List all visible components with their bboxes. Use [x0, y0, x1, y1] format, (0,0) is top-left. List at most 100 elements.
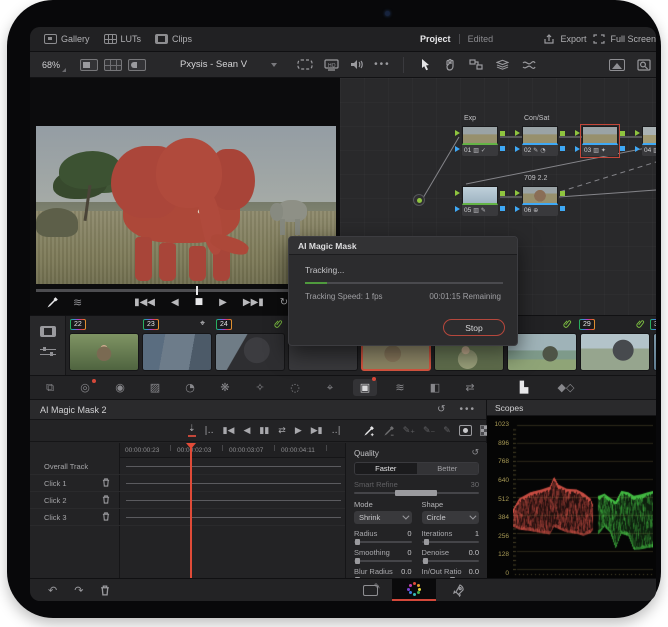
go-to-end-button[interactable]: ▶▶▮ — [243, 297, 264, 308]
add-paint-stroke-icon[interactable]: ✎₊ — [403, 426, 415, 436]
node-04[interactable]: 04▥○ — [635, 126, 656, 156]
clip-filter-icon[interactable] — [39, 347, 56, 357]
clip-thumbnail[interactable] — [215, 333, 285, 371]
clip-thumbnail[interactable] — [69, 333, 139, 371]
shuttle-icon[interactable]: ⇄ — [278, 426, 286, 436]
node-input-rgb[interactable] — [515, 130, 520, 136]
node-output-key[interactable] — [560, 146, 565, 151]
add-stroke-eyedropper-icon[interactable] — [363, 425, 375, 437]
panel-more-menu-icon[interactable]: ••• — [459, 404, 476, 415]
scopes-toggle-icon[interactable]: ▙ — [512, 381, 536, 394]
mask-timeline[interactable]: 00:00:00:23 00:00:02:03 00:00:03:07 00:0… — [30, 443, 345, 578]
stop-button[interactable]: ■ — [195, 297, 204, 307]
node-output-rgb[interactable] — [560, 191, 565, 196]
track-row[interactable]: Click 2 — [30, 492, 345, 509]
track-row[interactable]: Overall Track — [30, 458, 345, 475]
slider-thumb[interactable] — [355, 539, 361, 545]
play-reverse-button[interactable]: ◀ — [243, 426, 250, 436]
node-output-key[interactable] — [620, 146, 625, 151]
node-05[interactable]: 05 ▥ ✎ — [455, 186, 505, 216]
clip-title[interactable]: Pxysis - Sean V — [180, 59, 247, 70]
clips-button[interactable]: Clips — [155, 34, 192, 44]
track-row[interactable]: Click 1 — [30, 475, 345, 492]
keyframes-toggle-icon[interactable]: ◆◇ — [554, 381, 578, 394]
node-06[interactable]: 709 2.2 06 ⊕ — [515, 175, 565, 216]
clip-thumbnail[interactable] — [653, 333, 656, 371]
track-to-end-icon[interactable]: ‥| — [332, 426, 341, 436]
delete-track-icon[interactable] — [102, 495, 110, 504]
denoise-slider[interactable] — [421, 558, 479, 564]
slider-thumb[interactable] — [424, 539, 430, 545]
clip-thumbnail[interactable] — [580, 333, 650, 371]
lightbox-icon[interactable] — [637, 58, 652, 71]
step-track-icon[interactable]: |‥ — [205, 426, 214, 436]
delete-button[interactable] — [100, 584, 110, 596]
slider-thumb[interactable] — [422, 558, 428, 564]
camera-raw-icon[interactable]: ⧉ — [38, 381, 62, 395]
zoom-level-selector[interactable]: 68% — [42, 60, 67, 72]
track-row[interactable]: Click 3 — [30, 509, 345, 526]
speaker-icon[interactable] — [350, 59, 363, 70]
curves-icon[interactable]: ▨ — [143, 381, 167, 394]
magic-mask-icon[interactable]: ▣ — [353, 377, 377, 396]
loop-button[interactable]: ↻ — [280, 297, 288, 308]
mask-overlay-toggle-icon[interactable] — [458, 425, 472, 436]
tab-faster[interactable]: Faster — [355, 463, 417, 474]
node-input-key[interactable] — [575, 146, 580, 152]
qualifier-icon[interactable]: ✧ — [248, 381, 272, 394]
timeline-playhead[interactable] — [187, 443, 195, 578]
full-screen-button[interactable]: Full Screen — [593, 34, 656, 44]
node-input-rgb[interactable] — [515, 190, 520, 196]
hq-monitor-icon[interactable]: HQ — [324, 58, 339, 71]
hue-curves-icon[interactable]: ◔ — [178, 381, 202, 394]
tab-better[interactable]: Better — [416, 463, 478, 474]
node-input-key[interactable] — [635, 146, 640, 152]
layers-icon[interactable] — [495, 59, 509, 71]
node-03-selected[interactable]: 03 ▥ ✦ — [575, 124, 625, 158]
grab-still-icon[interactable] — [609, 58, 625, 71]
sizing-icon[interactable]: ⇄ — [458, 381, 482, 394]
tab-edit-page[interactable] — [348, 579, 392, 601]
delete-track-icon[interactable] — [102, 478, 110, 487]
hand-tool-icon[interactable] — [444, 58, 456, 71]
clip-thumbnail[interactable] — [142, 333, 212, 371]
clip-title-dropdown-icon[interactable] — [271, 62, 278, 67]
picker-eyedropper-icon[interactable] — [46, 296, 59, 309]
node-output-key[interactable] — [560, 206, 565, 211]
key-icon[interactable]: ◧ — [423, 381, 447, 394]
bypass-icon[interactable] — [297, 59, 313, 70]
node-output-rgb[interactable] — [500, 191, 505, 196]
add-node-icon[interactable] — [468, 59, 483, 70]
color-warper-icon[interactable]: ❋ — [213, 381, 237, 394]
hdr-wheels-icon[interactable]: ◉ — [108, 381, 132, 394]
smoothing-slider[interactable] — [354, 558, 412, 564]
node-input-key[interactable] — [515, 146, 520, 152]
node-02[interactable]: Con/Sat 02 ✎ ◔ — [515, 115, 565, 156]
undo-button[interactable]: ↶ — [48, 584, 57, 597]
mixer-icon[interactable] — [522, 60, 536, 70]
slider-thumb[interactable] — [395, 490, 437, 496]
radius-slider[interactable] — [354, 539, 412, 545]
play-reverse-button[interactable]: ◀ — [171, 297, 179, 308]
go-to-start-button[interactable]: ▮◀◀ — [134, 297, 155, 308]
node-output-rgb[interactable] — [620, 131, 625, 136]
power-window-icon[interactable]: ◌ — [283, 381, 307, 394]
timeline-clips-icon[interactable] — [39, 326, 56, 337]
masked-elephant[interactable] — [111, 135, 261, 281]
reset-icon[interactable]: ↺ — [437, 404, 445, 415]
project-menu[interactable]: Project — [420, 34, 451, 44]
remove-paint-stroke-icon[interactable]: ✎₋ — [423, 426, 435, 436]
color-wheels-icon[interactable]: ◎ — [73, 379, 97, 394]
node-input-rgb[interactable] — [635, 130, 640, 136]
mode-dropdown[interactable]: Shrink — [354, 511, 412, 524]
pause-button[interactable]: ▮▮ — [259, 426, 269, 436]
overlay-layers-icon[interactable]: ≋ — [73, 296, 82, 309]
stop-tracking-button[interactable]: Stop — [443, 319, 505, 336]
play-button[interactable]: ▶ — [219, 297, 227, 308]
shape-dropdown[interactable]: Circle — [421, 511, 479, 524]
tracker-icon[interactable]: ⌖ — [318, 381, 342, 395]
node-output-key[interactable] — [500, 146, 505, 151]
node-input-rgb[interactable] — [455, 190, 460, 196]
single-viewer-icon[interactable] — [80, 58, 99, 71]
grid-viewer-icon[interactable] — [104, 58, 123, 71]
